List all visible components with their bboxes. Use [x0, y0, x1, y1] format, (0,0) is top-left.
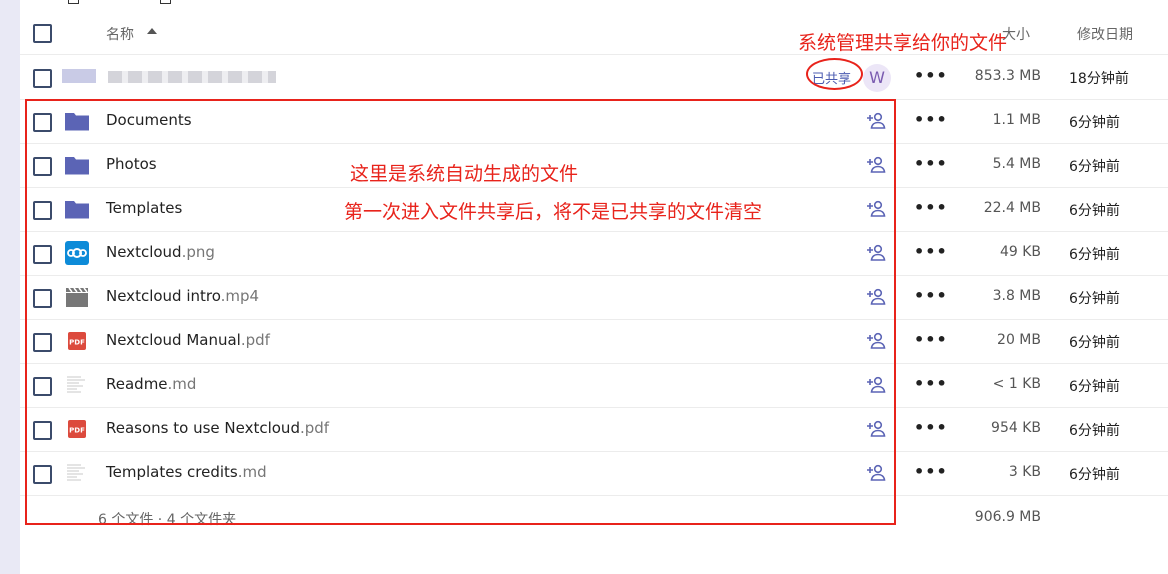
file-size: 20 MB: [997, 332, 1041, 348]
file-size: 3 KB: [1008, 464, 1041, 480]
file-size: 853.3 MB: [974, 68, 1041, 84]
column-modified-header[interactable]: 修改日期: [1077, 24, 1133, 44]
file-size: < 1 KB: [992, 376, 1041, 392]
more-actions-button[interactable]: •••: [914, 66, 948, 85]
annotation-shared-note: 系统管理共享给你的文件: [798, 32, 1008, 54]
more-actions-button[interactable]: •••: [914, 198, 948, 217]
redacted-filename: [108, 71, 276, 83]
more-actions-button[interactable]: •••: [914, 242, 948, 261]
file-modified: 6分钟前: [1069, 335, 1120, 351]
file-modified: 6分钟前: [1069, 291, 1120, 307]
more-actions-button[interactable]: •••: [914, 462, 948, 481]
sort-ascending-icon[interactable]: [147, 28, 157, 34]
file-modified: 18分钟前: [1069, 71, 1129, 87]
column-name-header[interactable]: 名称: [106, 24, 134, 44]
row-checkbox[interactable]: [33, 69, 52, 88]
toolbar-icon[interactable]: [68, 0, 79, 4]
more-actions-button[interactable]: •••: [914, 374, 948, 393]
file-modified: 6分钟前: [1069, 379, 1120, 395]
file-size: 49 KB: [999, 244, 1041, 260]
more-actions-button[interactable]: •••: [914, 110, 948, 129]
select-all-checkbox[interactable]: [33, 24, 52, 43]
more-actions-button[interactable]: •••: [914, 286, 948, 305]
file-modified: 6分钟前: [1069, 247, 1120, 263]
file-modified: 6分钟前: [1069, 423, 1120, 439]
file-size: 22.4 MB: [983, 200, 1041, 216]
avatar[interactable]: W: [863, 64, 891, 92]
file-modified: 6分钟前: [1069, 159, 1120, 175]
redacted-icon: [62, 69, 96, 83]
toolbar-icon[interactable]: [160, 0, 171, 4]
file-modified: 6分钟前: [1069, 115, 1120, 131]
more-actions-button[interactable]: •••: [914, 154, 948, 173]
annotation-auto-note: 这里是系统自动生成的文件: [350, 163, 579, 185]
file-row-shared[interactable]: 已共享 W ••• 853.3 MB 18分钟前: [20, 55, 1168, 100]
file-size: 3.8 MB: [992, 288, 1041, 304]
more-actions-button[interactable]: •••: [914, 418, 948, 437]
annotation-clear-note: 第一次进入文件共享后，将不是已共享的文件清空: [344, 201, 763, 223]
left-sidebar-edge: [0, 0, 20, 574]
file-modified: 6分钟前: [1069, 203, 1120, 219]
file-size: 1.1 MB: [992, 112, 1041, 128]
file-modified: 6分钟前: [1069, 467, 1120, 483]
annotation-circle: [806, 58, 863, 90]
total-size: 906.9 MB: [974, 509, 1041, 525]
more-actions-button[interactable]: •••: [914, 330, 948, 349]
file-size: 5.4 MB: [992, 156, 1041, 172]
file-size: 954 KB: [991, 420, 1041, 436]
